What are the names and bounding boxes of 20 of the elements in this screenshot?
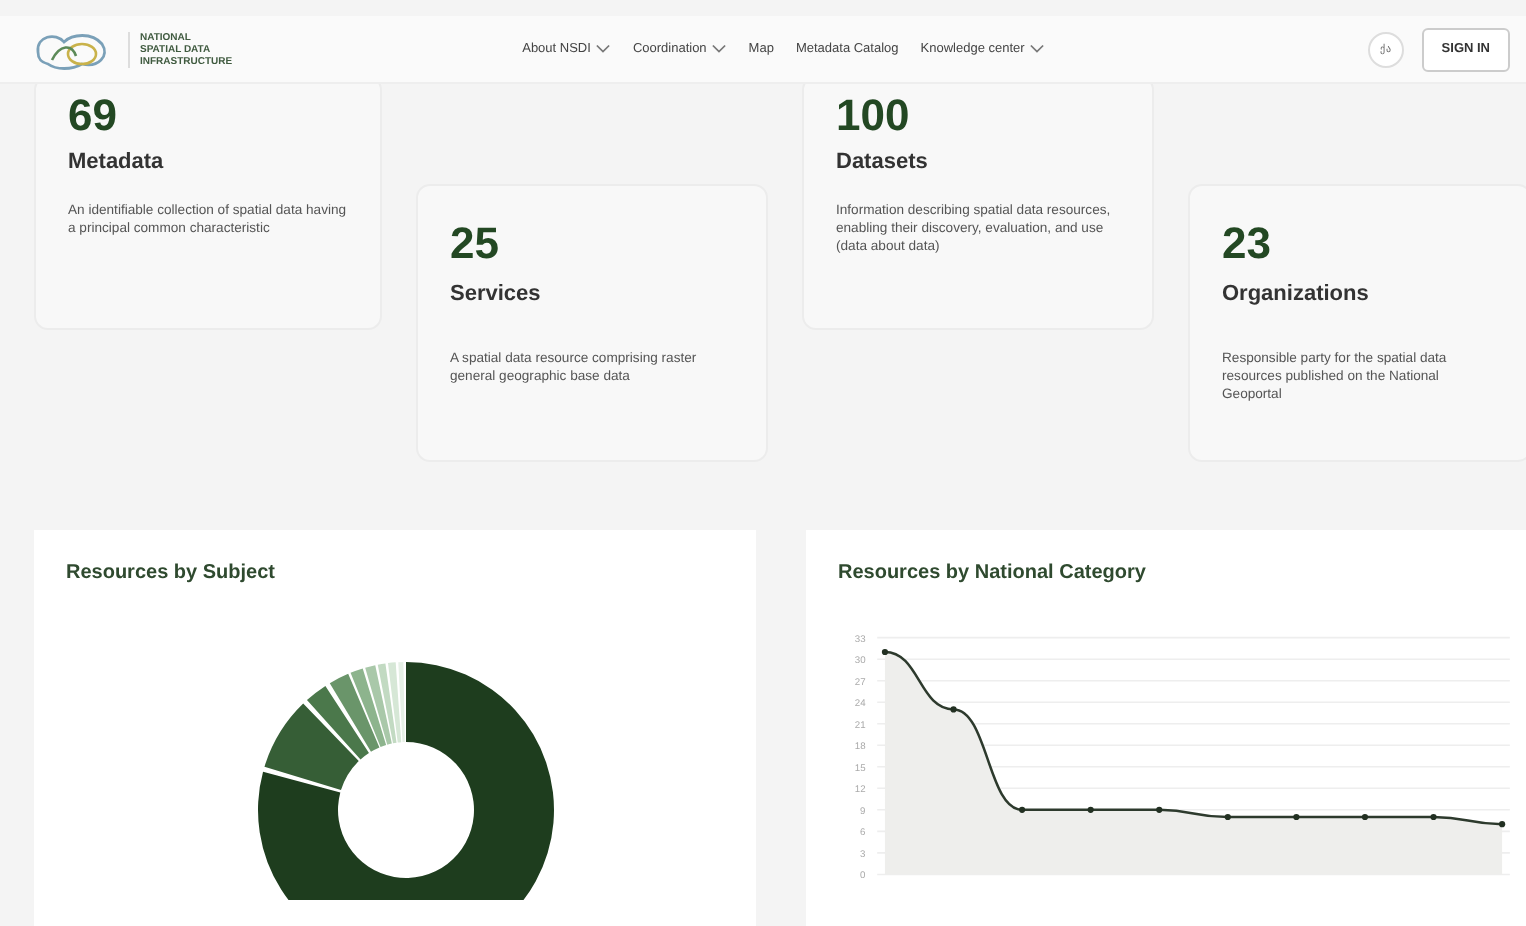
stat-title: Services: [450, 282, 543, 306]
data-point: [1224, 813, 1231, 821]
stat-title: Organizations: [1222, 282, 1371, 306]
stat-title: Datasets: [836, 150, 930, 174]
chart-title: Resources by Subject: [66, 562, 277, 584]
stat-number: 100: [836, 90, 912, 142]
stat-number: 69: [68, 90, 119, 142]
data-point: [1019, 806, 1026, 813]
stat-number: 23: [1222, 218, 1273, 270]
data-point: [1293, 813, 1300, 821]
stat-title: Metadata: [68, 150, 166, 174]
data-point: [1156, 806, 1163, 813]
data-point: [881, 648, 889, 656]
chart-title: Resources by National Category: [838, 562, 1148, 584]
data-point: [1430, 813, 1437, 821]
data-point: [1087, 806, 1094, 813]
stat-number: 25: [450, 218, 501, 270]
data-point: [1361, 813, 1369, 821]
data-point: [950, 706, 957, 713]
data-point: [1499, 821, 1506, 828]
